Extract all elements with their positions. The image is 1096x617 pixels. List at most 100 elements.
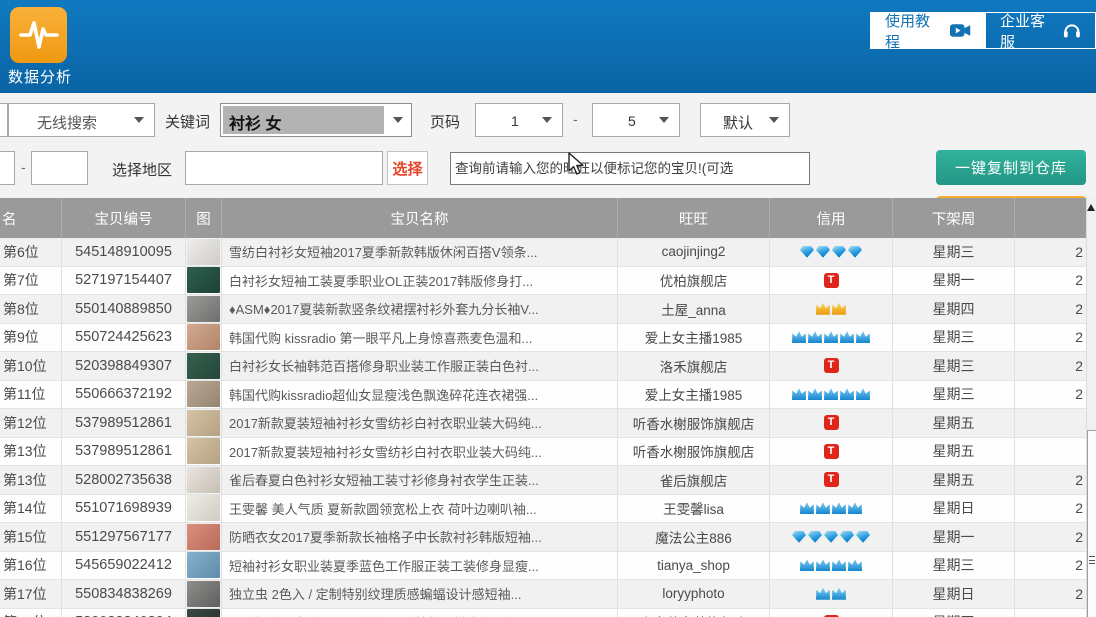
diamond-credit-icon (840, 531, 854, 543)
thumbnail-cell[interactable] (186, 238, 222, 266)
crown-gold-credit-icon (816, 303, 830, 315)
item-name-cell[interactable]: 2017新款夏装短袖衬衫女雪纺衫白衬衣职业装大码纯... (222, 409, 618, 437)
delist-week-cell: 星期一 (893, 267, 1015, 295)
tutorial-button[interactable]: 使用教程 (871, 13, 985, 48)
item-name-cell[interactable]: 韩国代购kissradio超仙女显瘦浅色飘逸碎花连衣裙强... (222, 381, 618, 409)
chevron-down-icon (134, 117, 144, 123)
thumbnail-cell[interactable] (186, 552, 222, 580)
range-input-2[interactable] (31, 151, 88, 185)
table-row[interactable]: 第12位 537989512861 2017新款夏装短袖衬衫女雪纺衫白衬衣职业装… (0, 409, 1086, 438)
credit-cell (770, 552, 893, 580)
table-row[interactable]: 第11位 550666372192 韩国代购kissradio超仙女显瘦浅色飘逸… (0, 381, 1086, 410)
thumbnail-cell[interactable] (186, 324, 222, 352)
page-to-select[interactable]: 5 (592, 103, 680, 137)
crown-blue-credit-icon (832, 588, 846, 600)
clipped-input-left-1[interactable] (0, 103, 8, 137)
thumbnail-cell[interactable] (186, 580, 222, 608)
header-item-name[interactable]: 宝贝名称 (222, 198, 618, 238)
wangwang-cell: 土屋_anna (618, 295, 770, 323)
header-item-id[interactable]: 宝贝编号 (62, 198, 186, 238)
product-thumbnail[interactable] (187, 324, 220, 350)
thumbnail-cell[interactable] (186, 466, 222, 494)
header-wangwang[interactable]: 旺旺 (618, 198, 770, 238)
app-logo[interactable] (10, 7, 67, 63)
table-row[interactable]: 第14位 551071698939 王雯馨 美人气质 夏新款圆领宽松上衣 荷叶边… (0, 495, 1086, 524)
chevron-down-icon (769, 117, 779, 123)
header-credit[interactable]: 信用 (770, 198, 893, 238)
table-row[interactable]: 第18位 539032840394 小身板衬衫女衬衫 夏季纯色显瘦韩版百搭学生上… (0, 609, 1086, 617)
thumbnail-cell[interactable] (186, 409, 222, 437)
page-label: 页码 (430, 111, 460, 132)
table-row[interactable]: 第8位 550140889850 ♦ASM♦2017夏装新款竖条纹裙摆衬衫外套九… (0, 295, 1086, 324)
crown-blue-credit-icon (816, 559, 830, 571)
table-row[interactable]: 第13位 537989512861 2017新款夏装短袖衬衫女雪纺衫白衬衣职业装… (0, 438, 1086, 467)
table-row[interactable]: 第6位 545148910095 雪纺白衬衫女短袖2017夏季新款韩版休闲百搭V… (0, 238, 1086, 267)
product-thumbnail[interactable] (187, 239, 220, 265)
product-thumbnail[interactable] (187, 495, 220, 521)
item-name-cell[interactable]: 雪纺白衬衫女短袖2017夏季新款韩版休闲百搭V领条... (222, 238, 618, 266)
scroll-up-icon[interactable] (1087, 204, 1095, 211)
table-row[interactable]: 第13位 528002735638 雀后春夏白色衬衫女短袖工装寸衫修身衬衣学生正… (0, 466, 1086, 495)
item-name-cell[interactable]: 雀后春夏白色衬衫女短袖工装寸衫修身衬衣学生正装... (222, 466, 618, 494)
thumbnail-cell[interactable] (186, 495, 222, 523)
thumbnail-cell[interactable] (186, 295, 222, 323)
item-name-cell[interactable]: 韩国代购 kissradio 第一眼平凡上身惊喜燕麦色温和... (222, 324, 618, 352)
item-name-cell[interactable]: 白衬衫女短袖工装夏季职业OL正装2017韩版修身打... (222, 267, 618, 295)
item-name-cell[interactable]: 短袖衬衫女职业装夏季蓝色工作服正装工装修身显瘦... (222, 552, 618, 580)
item-name-cell[interactable]: 小身板衬衫女衬衫 夏季纯色显瘦韩版百搭学生上衣... (222, 609, 618, 617)
table-row[interactable]: 第9位 550724425623 韩国代购 kissradio 第一眼平凡上身惊… (0, 324, 1086, 353)
delist-date-cell (1015, 409, 1086, 437)
product-thumbnail[interactable] (187, 438, 220, 464)
item-name-cell[interactable]: ♦ASM♦2017夏装新款竖条纹裙摆衬衫外套九分长袖V... (222, 295, 618, 323)
header-image[interactable]: 图 (186, 198, 222, 238)
product-thumbnail[interactable] (187, 353, 220, 379)
credit-cell: T (770, 409, 893, 437)
chevron-down-icon[interactable] (393, 117, 403, 123)
crown-blue-credit-icon (832, 502, 846, 514)
product-thumbnail[interactable] (187, 609, 220, 617)
item-name-cell[interactable]: 2017新款夏装短袖衬衫女雪纺衫白衬衣职业装大码纯... (222, 438, 618, 466)
customer-service-button[interactable]: 企业客服 (985, 13, 1095, 48)
tmall-credit-icon: T (824, 273, 839, 288)
keyword-input[interactable]: 衬衫 女 (220, 103, 412, 137)
product-thumbnail[interactable] (187, 267, 220, 293)
page-from-select[interactable]: 1 (475, 103, 563, 137)
region-input[interactable] (185, 151, 383, 185)
header-delist-week[interactable]: 下架周 (893, 198, 1015, 238)
sort-select[interactable]: 默认 (700, 103, 790, 137)
table-row[interactable]: 第7位 527197154407 白衬衫女短袖工装夏季职业OL正装2017韩版修… (0, 267, 1086, 296)
thumbnail-cell[interactable] (186, 523, 222, 551)
thumbnail-cell[interactable] (186, 352, 222, 380)
product-thumbnail[interactable] (187, 410, 220, 436)
table-row[interactable]: 第16位 545659022412 短袖衬衫女职业装夏季蓝色工作服正装工装修身显… (0, 552, 1086, 581)
region-select-button[interactable]: 选择 (387, 151, 428, 185)
thumbnail-cell[interactable] (186, 438, 222, 466)
table-row[interactable]: 第15位 551297567177 防晒衣女2017夏季新款长袖格子中长款衬衫韩… (0, 523, 1086, 552)
region-label: 选择地区 (112, 159, 172, 180)
header-rank[interactable]: 名 (0, 198, 62, 238)
header-delist-date[interactable] (1015, 198, 1086, 238)
search-type-select[interactable]: 无线搜索 (8, 103, 155, 137)
diamond-credit-icon (792, 531, 806, 543)
copy-to-warehouse-button[interactable]: 一键复制到仓库 (936, 150, 1086, 185)
item-name-cell[interactable]: 防晒衣女2017夏季新款长袖格子中长款衬衫韩版短袖... (222, 523, 618, 551)
delist-week-cell: 星期四 (893, 609, 1015, 617)
product-thumbnail[interactable] (187, 296, 220, 322)
table-row[interactable]: 第10位 520398849307 白衬衫女长袖韩范百搭修身职业装工作服正装白色… (0, 352, 1086, 381)
item-name-cell[interactable]: 白衬衫女长袖韩范百搭修身职业装工作服正装白色衬... (222, 352, 618, 380)
item-name-cell[interactable]: 独立虫 2色入 / 定制特别纹理质感蝙蝠设计感短袖... (222, 580, 618, 608)
tmall-credit-icon: T (824, 472, 839, 487)
product-thumbnail[interactable] (187, 524, 220, 550)
thumbnail-cell[interactable] (186, 267, 222, 295)
thumbnail-cell[interactable] (186, 609, 222, 617)
item-name-cell[interactable]: 王雯馨 美人气质 夏新款圆领宽松上衣 荷叶边喇叭袖... (222, 495, 618, 523)
thumbnail-cell[interactable] (186, 381, 222, 409)
product-thumbnail[interactable] (187, 552, 220, 578)
product-thumbnail[interactable] (187, 581, 220, 607)
wangwang-input[interactable]: 查询前请输入您的旺旺以便标记您的宝贝!(可选 (450, 152, 810, 185)
item-id-cell: 537989512861 (62, 438, 186, 466)
clipped-input-left-2[interactable] (0, 151, 15, 185)
table-row[interactable]: 第17位 550834838269 独立虫 2色入 / 定制特别纹理质感蝙蝠设计… (0, 580, 1086, 609)
product-thumbnail[interactable] (187, 467, 220, 493)
product-thumbnail[interactable] (187, 381, 220, 407)
